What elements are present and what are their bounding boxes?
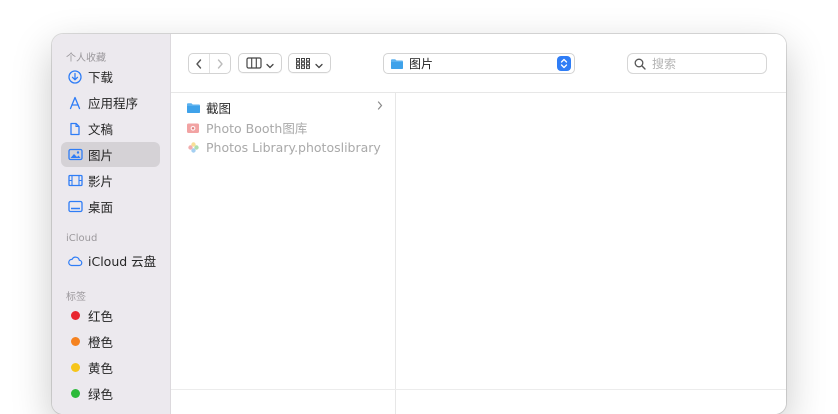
chevron-left-icon: [195, 54, 203, 73]
location-popup[interactable]: 图片: [383, 53, 575, 74]
search-field[interactable]: [627, 53, 767, 74]
sidebar-item-desktop[interactable]: 桌面: [61, 194, 160, 219]
section-icloud-title: iCloud: [66, 233, 98, 244]
sidebar-tag-yellow[interactable]: 黄色: [61, 355, 160, 380]
columns-view-icon: [246, 54, 262, 73]
chevron-down-icon: [266, 54, 274, 73]
sidebar-item-label: 下载: [88, 70, 114, 85]
document-icon: [67, 121, 83, 137]
sidebar-item-label: 红色: [88, 309, 114, 324]
sidebar-item-label: 应用程序: [88, 96, 139, 111]
red-tag-icon: [67, 308, 83, 324]
toolbar: 图片: [171, 34, 786, 93]
sidebar-item-downloads[interactable]: 下载: [61, 64, 160, 89]
sidebar: 个人收藏 下载 应用程序 文稿 图片 影片 桌面 iCloud iCloud 云…: [52, 34, 171, 414]
file-item-photo-booth[interactable]: Photo Booth图库: [185, 118, 383, 137]
popup-stepper-icon: [557, 56, 571, 71]
sidebar-tag-red[interactable]: 红色: [61, 303, 160, 328]
navigation-buttons: [188, 53, 231, 74]
film-icon: [67, 173, 83, 189]
group-by-button[interactable]: [288, 53, 331, 73]
back-button[interactable]: [189, 54, 209, 73]
sidebar-item-label: iCloud 云盘: [88, 254, 157, 269]
section-favorites-title: 个人收藏: [66, 53, 106, 64]
folder-icon: [390, 58, 404, 70]
status-bar-divider: [171, 389, 786, 390]
chevron-right-icon: [377, 100, 383, 113]
applications-icon: [67, 95, 83, 111]
file-name: Photos Library.photoslibrary: [206, 140, 381, 155]
search-icon: [634, 58, 646, 70]
cloud-icon: [67, 253, 83, 269]
sidebar-item-label: 文稿: [88, 122, 114, 137]
sidebar-item-label: 桌面: [88, 200, 114, 215]
sidebar-item-movies[interactable]: 影片: [61, 168, 160, 193]
section-tags-title: 标签: [66, 292, 86, 303]
main-pane: 图片 截图: [171, 34, 786, 414]
photos-library-icon: [185, 141, 201, 155]
sidebar-tag-green[interactable]: 绿色: [61, 381, 160, 406]
sidebar-item-icloud-drive[interactable]: iCloud 云盘: [61, 248, 160, 273]
sidebar-item-pictures[interactable]: 图片: [61, 142, 160, 167]
file-name: Photo Booth图库: [206, 121, 308, 136]
sidebar-item-label: 黄色: [88, 361, 114, 376]
green-tag-icon: [67, 386, 83, 402]
desktop-icon: [67, 199, 83, 215]
sidebar-tag-orange[interactable]: 橙色: [61, 329, 160, 354]
file-name: 截图: [206, 101, 232, 116]
sidebar-item-documents[interactable]: 文稿: [61, 116, 160, 141]
pictures-icon: [67, 147, 83, 163]
orange-tag-icon: [67, 334, 83, 350]
chevron-down-icon: [315, 54, 323, 73]
finder-window: 个人收藏 下载 应用程序 文稿 图片 影片 桌面 iCloud iCloud 云…: [52, 34, 786, 414]
download-icon: [67, 69, 83, 85]
grid-icon: [296, 54, 310, 73]
file-item-screenshots[interactable]: 截图: [185, 98, 383, 117]
sidebar-item-label: 绿色: [88, 387, 114, 402]
folder-icon: [185, 101, 201, 115]
browser-column-1: 截图 Photo Booth图库 Photos Library.photosli…: [171, 93, 396, 414]
search-input[interactable]: [652, 56, 752, 71]
photo-booth-icon: [185, 121, 201, 135]
sidebar-item-label: 橙色: [88, 335, 114, 350]
sidebar-item-applications[interactable]: 应用程序: [61, 90, 160, 115]
view-mode-button[interactable]: [238, 53, 282, 73]
chevron-right-icon: [216, 54, 224, 73]
sidebar-item-label: 图片: [88, 148, 114, 163]
location-label: 图片: [409, 57, 434, 71]
sidebar-item-label: 影片: [88, 174, 114, 189]
forward-button[interactable]: [209, 54, 230, 73]
file-item-photos-library[interactable]: Photos Library.photoslibrary: [185, 138, 383, 157]
yellow-tag-icon: [67, 360, 83, 376]
